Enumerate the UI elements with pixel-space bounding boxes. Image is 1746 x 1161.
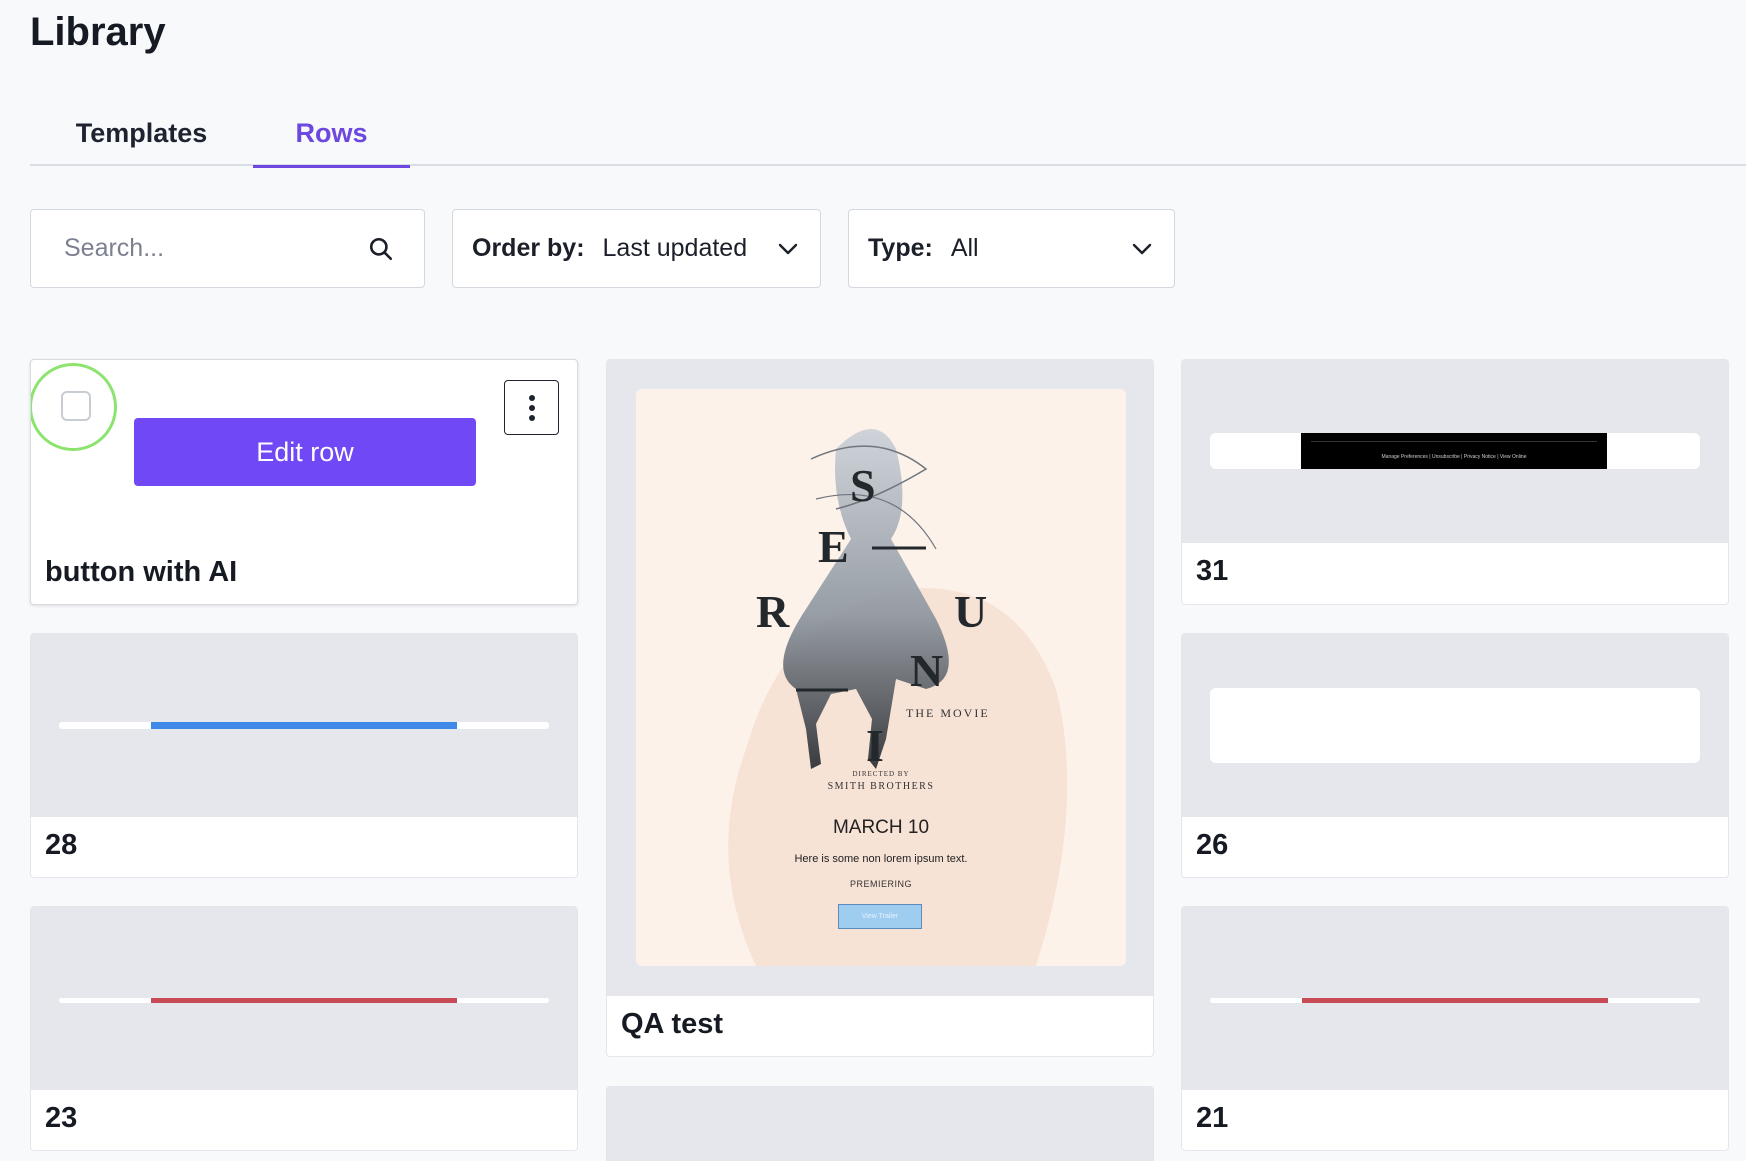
blank-row-preview bbox=[1210, 688, 1700, 763]
divider-preview bbox=[59, 998, 549, 1003]
poster-date: MARCH 10 bbox=[832, 817, 930, 838]
search-input[interactable] bbox=[64, 234, 354, 263]
poster-copy: Here is some non lorem ipsum text. bbox=[794, 853, 968, 865]
poster-letter: I bbox=[866, 720, 884, 771]
search-box bbox=[30, 209, 425, 288]
tab-rows[interactable]: Rows bbox=[253, 100, 410, 168]
divider-preview bbox=[59, 722, 549, 729]
poster-tagline: THE MOVIE bbox=[906, 706, 990, 720]
footer-divider bbox=[1311, 441, 1597, 442]
card-title: 26 bbox=[1196, 829, 1229, 861]
card-title: 31 bbox=[1196, 555, 1229, 587]
row-thumbnail: Manage Preferences | Unsubscribe | Priva… bbox=[1182, 360, 1728, 543]
chevron-down-icon bbox=[778, 243, 798, 254]
order-by-value: Last updated bbox=[602, 234, 748, 262]
poster-letter: R bbox=[756, 586, 790, 637]
movie-poster-preview: S E R U N I THE MOVIE DIRECTED BY SMITH … bbox=[636, 389, 1126, 966]
poster-letter: U bbox=[954, 586, 987, 637]
card-title: 23 bbox=[45, 1102, 78, 1134]
poster-directed-by: DIRECTED BY bbox=[852, 770, 910, 778]
card-title: 28 bbox=[45, 829, 78, 861]
poster-director: SMITH BROTHERS bbox=[827, 781, 935, 792]
divider-preview bbox=[1210, 998, 1700, 1003]
row-thumbnail bbox=[607, 1087, 1153, 1161]
poster-trailer-button: View Trailer bbox=[838, 904, 922, 929]
poster-letter: N bbox=[910, 645, 943, 696]
footer-links: Manage Preferences | Unsubscribe | Priva… bbox=[1381, 454, 1527, 460]
row-card-31[interactable]: Manage Preferences | Unsubscribe | Priva… bbox=[1181, 359, 1729, 605]
poster-letter: S bbox=[850, 460, 876, 511]
row-card-partial[interactable] bbox=[606, 1086, 1154, 1161]
library-tabs: Templates Rows bbox=[30, 100, 1746, 168]
row-thumbnail bbox=[31, 634, 577, 817]
type-dropdown[interactable]: Type: All bbox=[848, 209, 1175, 288]
chevron-down-icon bbox=[1132, 243, 1152, 254]
poster-premiering: PREMIERING bbox=[849, 879, 912, 889]
footer-bar: Manage Preferences | Unsubscribe | Priva… bbox=[1301, 433, 1607, 469]
type-value: All bbox=[950, 234, 979, 262]
card-title: QA test bbox=[621, 1008, 724, 1040]
row-thumbnail: S E R U N I THE MOVIE DIRECTED BY SMITH … bbox=[607, 360, 1153, 996]
row-card-26[interactable]: 26 bbox=[1181, 633, 1729, 878]
card-title: button with AI bbox=[45, 556, 238, 588]
divider-line bbox=[151, 998, 457, 1003]
type-label: Type: bbox=[868, 234, 933, 262]
select-checkbox[interactable] bbox=[61, 391, 91, 421]
row-thumbnail bbox=[31, 907, 577, 1090]
page-title: Library bbox=[30, 10, 166, 54]
order-by-dropdown[interactable]: Order by: Last updated bbox=[452, 209, 821, 288]
row-card-21[interactable]: 21 bbox=[1181, 906, 1729, 1151]
footer-preview: Manage Preferences | Unsubscribe | Priva… bbox=[1210, 433, 1700, 469]
row-card-button-with-ai[interactable]: Edit row button with AI bbox=[30, 359, 578, 605]
row-thumbnail bbox=[1182, 634, 1728, 817]
edit-row-button[interactable]: Edit row bbox=[134, 418, 476, 486]
poster-letter: E bbox=[818, 521, 849, 572]
row-card-qa-test[interactable]: S E R U N I THE MOVIE DIRECTED BY SMITH … bbox=[606, 359, 1154, 1057]
divider-line bbox=[1302, 998, 1608, 1003]
card-title: 21 bbox=[1196, 1102, 1229, 1134]
kebab-menu-icon bbox=[528, 394, 535, 421]
tab-templates[interactable]: Templates bbox=[30, 100, 253, 166]
divider-line bbox=[151, 722, 457, 729]
row-thumbnail bbox=[1182, 907, 1728, 1090]
row-card-28[interactable]: 28 bbox=[30, 633, 578, 878]
row-card-23[interactable]: 23 bbox=[30, 906, 578, 1151]
order-by-label: Order by: bbox=[472, 234, 585, 262]
search-icon[interactable] bbox=[368, 236, 394, 262]
more-options-button[interactable] bbox=[504, 380, 559, 435]
